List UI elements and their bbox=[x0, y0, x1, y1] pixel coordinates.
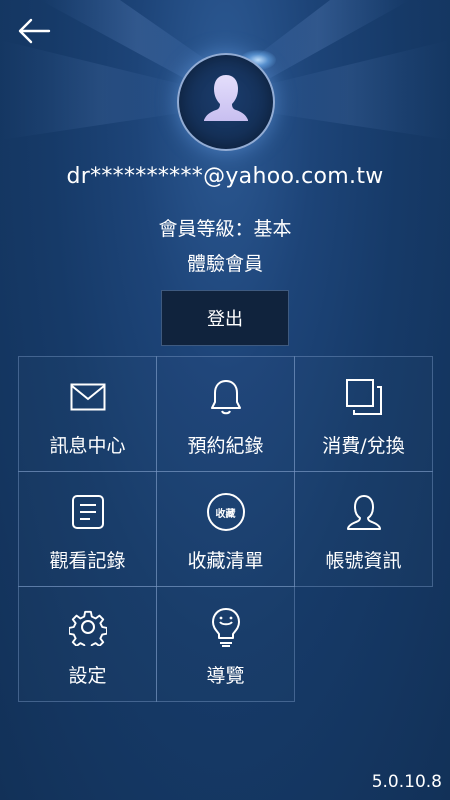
menu-item-settings[interactable]: 設定 bbox=[18, 586, 157, 702]
account-email: dr**********@yahoo.com.tw bbox=[66, 164, 384, 189]
arrow-left-icon bbox=[18, 18, 51, 44]
menu-item-label: 設定 bbox=[68, 665, 107, 687]
logout-button[interactable]: 登出 bbox=[161, 290, 289, 346]
avatar[interactable] bbox=[177, 53, 275, 151]
user-icon bbox=[344, 492, 384, 532]
menu-item-label: 帳號資訊 bbox=[325, 550, 402, 572]
menu-grid: 訊息中心 預約紀錄 消費/兌換 觀看記錄 收藏 收藏清單 帳號資訊 設定 導覽 bbox=[18, 356, 433, 702]
menu-item-label: 訊息中心 bbox=[49, 435, 126, 457]
menu-item-label: 預約紀錄 bbox=[187, 435, 264, 457]
app-version: 5.0.10.8 bbox=[371, 772, 442, 792]
bell-icon bbox=[206, 377, 246, 417]
favorite-badge-icon: 收藏 bbox=[206, 492, 246, 532]
member-type: 體驗會員 bbox=[186, 253, 263, 275]
menu-item-purchases[interactable]: 消費/兌換 bbox=[294, 356, 433, 472]
lightbulb-icon bbox=[206, 607, 246, 647]
menu-item-label: 消費/兌換 bbox=[322, 435, 405, 457]
menu-item-guide[interactable]: 導覽 bbox=[156, 586, 295, 702]
menu-item-watch-history[interactable]: 觀看記錄 bbox=[18, 471, 157, 587]
envelope-icon bbox=[68, 377, 108, 417]
favorite-badge-text: 收藏 bbox=[206, 493, 245, 531]
user-silhouette-icon bbox=[204, 75, 248, 121]
menu-item-label: 觀看記錄 bbox=[49, 550, 126, 572]
menu-item-favorites[interactable]: 收藏 收藏清單 bbox=[156, 471, 295, 587]
back-button[interactable] bbox=[14, 14, 54, 48]
menu-item-reservations[interactable]: 預約紀錄 bbox=[156, 356, 295, 472]
member-level: 會員等級：基本 bbox=[158, 218, 292, 240]
copy-squares-icon bbox=[344, 377, 384, 417]
menu-item-account-info[interactable]: 帳號資訊 bbox=[294, 471, 433, 587]
document-icon bbox=[68, 492, 108, 532]
menu-item-messages[interactable]: 訊息中心 bbox=[18, 356, 157, 472]
menu-item-label: 導覽 bbox=[206, 665, 245, 687]
gear-icon bbox=[68, 607, 108, 647]
menu-item-label: 收藏清單 bbox=[187, 550, 264, 572]
